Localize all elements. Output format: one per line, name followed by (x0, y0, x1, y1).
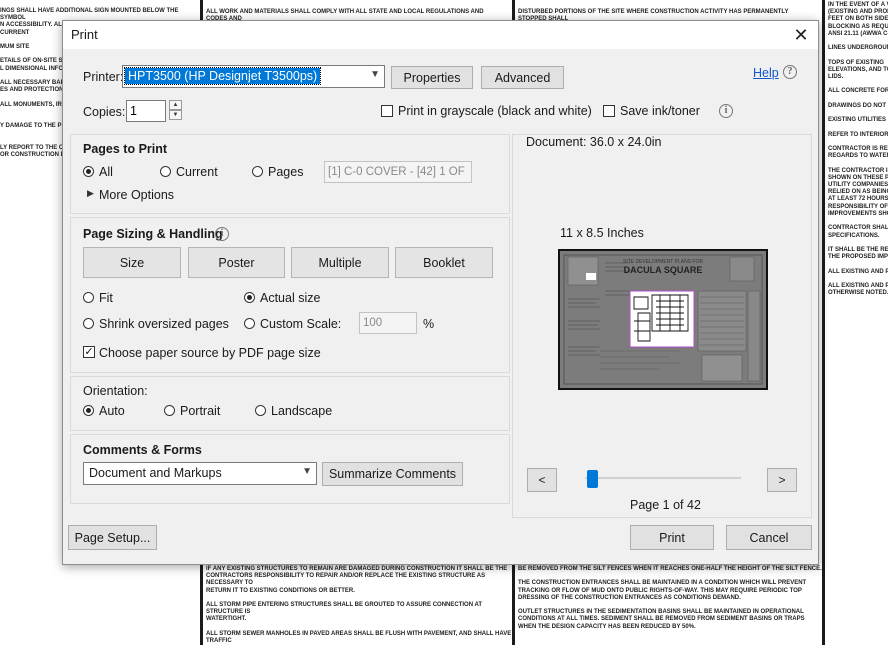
print-dialog: Print ✕ Printer: HPT3500 (HP Designjet T… (62, 20, 819, 565)
booklet-tab-button[interactable]: Booklet (395, 247, 493, 278)
page-setup-button[interactable]: Page Setup... (68, 525, 157, 550)
radio-custom-scale[interactable] (244, 318, 255, 329)
background-text: in the event of a v (existing and propo … (828, 2, 888, 297)
printer-label: Printer: (83, 70, 124, 84)
page-slider-thumb[interactable] (587, 470, 599, 488)
grayscale-label: Print in grayscale (black and white) (398, 104, 592, 118)
chevron-down-icon: ▼ (302, 466, 312, 477)
orientation-title: Orientation: (83, 384, 148, 398)
page-preview: SITE DEVELOPMENT PLANS FOR DACULA SQUARE (558, 249, 768, 390)
radio-actual-size-label: Actual size (260, 291, 321, 305)
info-icon[interactable]: i (719, 104, 733, 118)
sheet-title-large: DACULA SQUARE (624, 265, 703, 275)
preview-drawing: SITE DEVELOPMENT PLANS FOR DACULA SQUARE (560, 251, 766, 388)
radio-pages-label: Pages (268, 165, 304, 179)
pages-to-print-title: Pages to Print (83, 142, 168, 156)
poster-tab-button[interactable]: Poster (188, 247, 285, 278)
radio-current-label: Current (176, 165, 218, 179)
save-ink-label: Save ink/toner (620, 104, 700, 118)
page-separator (822, 0, 825, 645)
radio-auto-label: Auto (99, 404, 125, 418)
background-text: if any existing structures to remain are… (206, 566, 512, 645)
grayscale-checkbox[interactable] (381, 105, 393, 117)
spin-up-icon[interactable]: ▲ (169, 100, 182, 110)
cancel-button[interactable]: Cancel (726, 525, 812, 550)
background-text: be removed from the silt fences when it … (518, 566, 822, 630)
radio-landscape-label: Landscape (271, 404, 333, 418)
page-range-input[interactable] (324, 161, 472, 183)
dialog-title: Print (71, 27, 98, 42)
radio-fit-label: Fit (99, 291, 113, 305)
radio-shrink[interactable] (83, 318, 94, 329)
copies-input[interactable] (126, 100, 166, 122)
radio-pages[interactable] (252, 166, 263, 177)
page-slider-track[interactable] (585, 477, 741, 479)
radio-all[interactable] (83, 166, 94, 177)
help-link[interactable]: Help (753, 66, 779, 80)
close-icon[interactable]: ✕ (790, 24, 812, 46)
radio-fit[interactable] (83, 292, 94, 303)
advanced-button[interactable]: Advanced (481, 66, 564, 89)
title-bar: Print ✕ (63, 21, 818, 49)
custom-scale-input[interactable] (359, 312, 417, 334)
more-options-toggle[interactable]: More Options (99, 188, 174, 202)
printer-select[interactable]: HPT3500 (HP Designjet T3500ps) ▼ (122, 65, 385, 88)
comments-value: Document and Markups (89, 466, 222, 480)
save-ink-checkbox[interactable] (603, 105, 615, 117)
chevron-down-icon: ▼ (370, 69, 380, 80)
comments-select[interactable]: Document and Markups ▼ (83, 462, 317, 485)
page-indicator: Page 1 of 42 (630, 498, 701, 512)
help-question-icon[interactable]: ? (783, 65, 797, 79)
radio-portrait-label: Portrait (180, 404, 221, 418)
properties-button[interactable]: Properties (391, 66, 473, 89)
copies-label: Copies: (83, 105, 126, 119)
radio-actual-size[interactable] (244, 292, 255, 303)
summarize-comments-button[interactable]: Summarize Comments (322, 462, 463, 486)
page-sizing-title: Page Sizing & Handling (83, 227, 223, 241)
multiple-tab-button[interactable]: Multiple (291, 247, 389, 278)
previous-page-button[interactable]: < (527, 468, 557, 492)
radio-auto[interactable] (83, 405, 94, 416)
paper-source-checkbox[interactable]: ✓ (83, 346, 95, 358)
printer-value: HPT3500 (HP Designjet T3500ps) (123, 67, 322, 85)
paper-size: 11 x 8.5 Inches (560, 226, 644, 240)
radio-current[interactable] (160, 166, 171, 177)
comments-title: Comments & Forms (83, 443, 202, 457)
document-size: Document: 36.0 x 24.0in (526, 135, 662, 149)
paper-source-label: Choose paper source by PDF page size (99, 346, 321, 360)
expand-arrow-icon[interactable]: ▶ (87, 188, 94, 199)
percent-label: % (423, 317, 435, 331)
radio-all-label: All (99, 165, 113, 179)
spin-down-icon[interactable]: ▼ (169, 110, 182, 120)
radio-landscape[interactable] (255, 405, 266, 416)
radio-custom-scale-label: Custom Scale: (260, 317, 342, 331)
radio-portrait[interactable] (164, 405, 175, 416)
info-icon[interactable]: i (215, 227, 229, 241)
radio-shrink-label: Shrink oversized pages (99, 317, 229, 331)
size-tab-button[interactable]: Size (83, 247, 181, 278)
background-page-4: in the event of a v (existing and propo … (825, 0, 888, 645)
next-page-button[interactable]: > (767, 468, 797, 492)
print-button[interactable]: Print (630, 525, 714, 550)
